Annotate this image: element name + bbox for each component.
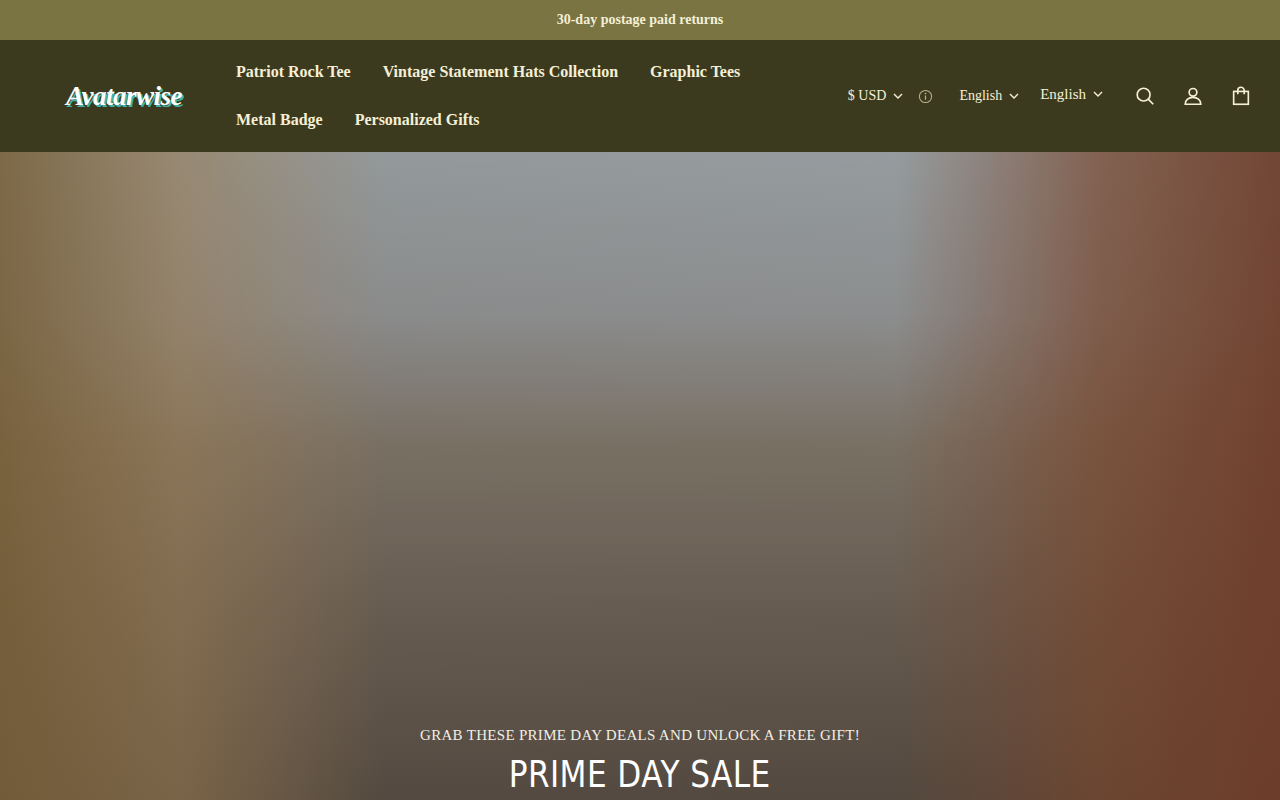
hero-kicker: GRAB THESE PRIME DAY DEALS AND UNLOCK A … bbox=[420, 727, 860, 744]
nav-link[interactable]: Patriot Rock Tee bbox=[236, 48, 351, 96]
cart-button[interactable] bbox=[1230, 85, 1252, 107]
nav-link[interactable]: Graphic Tees bbox=[650, 48, 740, 96]
header-icons bbox=[1134, 85, 1252, 107]
language-picker[interactable]: English bbox=[1040, 86, 1104, 103]
search-icon bbox=[1134, 85, 1156, 107]
announcement-bar: 30-day postage paid returns bbox=[0, 0, 1280, 40]
language-label: English bbox=[959, 88, 1002, 104]
user-icon bbox=[1182, 85, 1204, 107]
bag-icon bbox=[1230, 85, 1252, 107]
chevron-down-icon bbox=[1008, 90, 1020, 102]
language-label: English bbox=[1040, 86, 1086, 103]
logo[interactable]: Avatarwise bbox=[66, 81, 236, 112]
nav-link[interactable]: Vintage Statement Hats Collection bbox=[383, 48, 618, 96]
hero-banner[interactable]: GRAB THESE PRIME DAY DEALS AND UNLOCK A … bbox=[0, 152, 1280, 800]
main-nav: Patriot Rock Tee Vintage Statement Hats C… bbox=[236, 48, 826, 144]
chevron-down-icon bbox=[1092, 88, 1104, 100]
info-icon bbox=[918, 89, 933, 104]
language-picker[interactable]: English bbox=[959, 88, 1020, 104]
hero-title: PRIME DAY SALE bbox=[509, 752, 771, 796]
nav-link[interactable]: Personalized Gifts bbox=[355, 96, 480, 144]
nav-link[interactable]: Metal Badge bbox=[236, 96, 323, 144]
site-header: AvatarwisePatriot Rock Tee Vintage Statem… bbox=[0, 40, 1280, 152]
header-tools: $ USD English English bbox=[848, 85, 1252, 107]
chevron-down-icon bbox=[892, 90, 904, 102]
search-button[interactable] bbox=[1134, 85, 1156, 107]
account-button[interactable] bbox=[1182, 85, 1204, 107]
currency-label: $ USD bbox=[848, 88, 887, 104]
announcement-text: 30-day postage paid returns bbox=[557, 12, 724, 28]
currency-picker[interactable]: $ USD bbox=[848, 88, 934, 104]
